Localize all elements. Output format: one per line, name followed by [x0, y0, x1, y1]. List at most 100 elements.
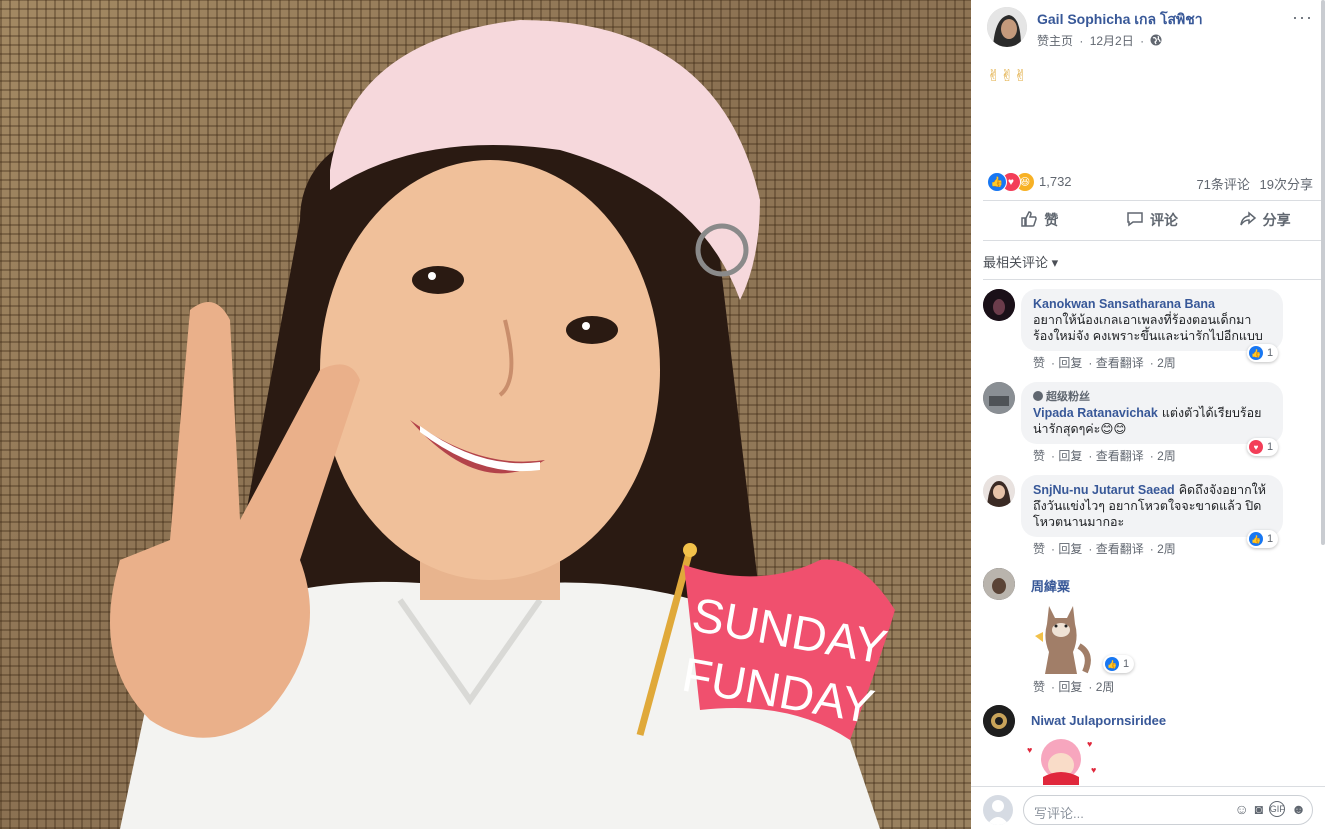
- comment-time[interactable]: 2周: [1157, 542, 1176, 556]
- gif-icon[interactable]: GIF: [1269, 801, 1286, 817]
- comment-time[interactable]: 2周: [1096, 680, 1115, 694]
- heart-girl-sticker[interactable]: ♥ ♥ ♥: [1021, 733, 1101, 785]
- like-button[interactable]: 赞: [983, 203, 1096, 237]
- post-text: ✌✌✌: [987, 68, 1028, 85]
- reaction-summary[interactable]: 👍 ♥ 😆 1,732 71条评论 19次分享: [987, 172, 1317, 192]
- comment-item: 超级粉丝 Vipada Ratanavichak แต่งตัวได้เรียบร…: [983, 382, 1313, 468]
- comments-count[interactable]: 71条评论: [1196, 177, 1249, 192]
- comment-reaction-badge[interactable]: 👍 1: [1247, 530, 1279, 548]
- commenter-name[interactable]: Kanokwan Sansatharana Bana: [1033, 297, 1215, 311]
- post-actions: 赞 评论 分享: [983, 203, 1321, 237]
- author-avatar[interactable]: [987, 7, 1027, 47]
- divider: [983, 200, 1321, 201]
- comment-reaction-count: 1: [1267, 441, 1274, 453]
- comment-translate-link[interactable]: 查看翻译: [1096, 449, 1144, 463]
- post-meta: 赞主页 · 12月2日 ·: [1037, 32, 1162, 49]
- current-user-avatar: [983, 795, 1013, 825]
- comment-composer: 写评论... ☺ ◙ GIF ☻: [971, 786, 1325, 829]
- scrollbar[interactable]: [1321, 0, 1325, 545]
- comment-item: 周緯粟 👍 1 赞 · 回复 · 2周: [983, 568, 1313, 698]
- like-page-link[interactable]: 赞主页: [1037, 34, 1073, 48]
- top-fan-badge: 超级粉丝: [1033, 389, 1271, 405]
- comment-reply-link[interactable]: 回复: [1058, 542, 1082, 556]
- comment-like-link[interactable]: 赞: [1033, 542, 1045, 556]
- commenter-name[interactable]: SnjNu-nu Jutarut Saead: [1033, 483, 1175, 497]
- composer-icons: ☺ ◙ GIF ☻: [1235, 801, 1306, 817]
- comment-links: 赞 · 回复 · 查看翻译 · 2周: [1033, 356, 1176, 370]
- commenter-avatar[interactable]: [983, 382, 1015, 414]
- like-reaction-icon: 👍: [1249, 532, 1263, 546]
- comment-bubble: Kanokwan Sansatharana Bana อยากให้น้องเก…: [1021, 289, 1283, 351]
- commenter-avatar[interactable]: [983, 705, 1015, 737]
- emoji-icon[interactable]: ☺: [1235, 801, 1249, 817]
- comment-links: 赞 · 回复 · 查看翻译 · 2周: [1033, 542, 1176, 556]
- commenter-name[interactable]: 周緯粟: [1031, 576, 1070, 595]
- comment-like-link[interactable]: 赞: [1033, 356, 1045, 370]
- more-options-button[interactable]: ···: [1292, 7, 1313, 28]
- comment-button[interactable]: 评论: [1096, 203, 1209, 237]
- comment-reply-link[interactable]: 回复: [1058, 680, 1082, 694]
- comment-reaction-badge[interactable]: ♥ 1: [1247, 438, 1279, 456]
- photo-illustration: SUNDAY FUNDAY: [110, 20, 895, 829]
- comment-bubble: SnjNu-nu Jutarut Saead คิดถึงจังอยากให้ถึ…: [1021, 475, 1283, 537]
- comment-input[interactable]: 写评论... ☺ ◙ GIF ☻: [1023, 795, 1313, 825]
- comment-reaction-badge[interactable]: 👍 1: [1103, 655, 1135, 673]
- like-reaction-icon: 👍: [1249, 346, 1263, 360]
- top-fan-icon: [1033, 391, 1043, 401]
- comment-placeholder: 写评论...: [1034, 806, 1084, 821]
- comment-time[interactable]: 2周: [1157, 356, 1176, 370]
- comment-reaction-count: 1: [1267, 347, 1274, 359]
- comment-item: SnjNu-nu Jutarut Saead คิดถึงจังอยากให้ถึ…: [983, 475, 1313, 561]
- top-fan-label: 超级粉丝: [1046, 391, 1090, 403]
- post-header: Gail Sophicha เกล โสพิชา 赞主页 · 12月2日 · ·…: [987, 7, 1317, 51]
- comment-like-link[interactable]: 赞: [1033, 680, 1045, 694]
- sticker-icon[interactable]: ☻: [1291, 801, 1306, 817]
- comment-translate-link[interactable]: 查看翻译: [1096, 356, 1144, 370]
- counts-right: 71条评论 19次分享: [1196, 174, 1313, 193]
- commenter-avatar[interactable]: [983, 289, 1015, 321]
- commenter-avatar[interactable]: [983, 568, 1015, 600]
- commenter-name[interactable]: Niwat Julapornsiridee: [1031, 713, 1166, 728]
- comment-reaction-badge[interactable]: 👍 1: [1247, 344, 1279, 362]
- like-reaction-icon: 👍: [987, 172, 1007, 192]
- meta-dot: ·: [1079, 34, 1084, 48]
- post-photo[interactable]: SUNDAY FUNDAY: [0, 0, 971, 829]
- comment-reaction-count: 1: [1267, 533, 1274, 545]
- thumbs-up-icon: [1020, 210, 1038, 231]
- post-side-panel: Gail Sophicha เกล โสพิชา 赞主页 · 12月2日 · ·…: [971, 0, 1325, 829]
- fox-sticker[interactable]: [1029, 596, 1093, 676]
- commenter-name[interactable]: Vipada Ratanavichak: [1033, 406, 1158, 420]
- comment-bubble-icon: [1126, 210, 1144, 231]
- reaction-count[interactable]: 1,732: [1039, 174, 1072, 189]
- camera-icon[interactable]: ◙: [1255, 801, 1263, 817]
- author-name[interactable]: Gail Sophicha เกล โสพิชา: [1037, 9, 1203, 31]
- svg-text:♥: ♥: [1027, 745, 1032, 755]
- comment-label: 评论: [1150, 212, 1178, 228]
- svg-text:♥: ♥: [1091, 765, 1096, 775]
- share-arrow-icon: [1239, 210, 1257, 231]
- divider: [983, 279, 1321, 280]
- share-button[interactable]: 分享: [1208, 203, 1321, 237]
- divider: [983, 240, 1321, 241]
- comment-bubble: 超级粉丝 Vipada Ratanavichak แต่งตัวได้เรียบร…: [1021, 382, 1283, 444]
- comment-like-link[interactable]: 赞: [1033, 449, 1045, 463]
- comment-sort-dropdown[interactable]: 最相关评论 ▾: [983, 252, 1058, 271]
- comment-time[interactable]: 2周: [1157, 449, 1176, 463]
- comment-translate-link[interactable]: 查看翻译: [1096, 542, 1144, 556]
- comment-links: 赞 · 回复 · 查看翻译 · 2周: [1033, 449, 1176, 463]
- comment-text: อยากให้น้องเกลเอาเพลงที่ร้องตอนเด็กมาร้อ…: [1033, 313, 1263, 343]
- shares-count[interactable]: 19次分享: [1260, 177, 1313, 192]
- globe-icon: [1150, 34, 1162, 48]
- share-label: 分享: [1262, 212, 1291, 228]
- comment-item: Niwat Julapornsiridee ♥ ♥ ♥: [983, 705, 1313, 785]
- comment-item: Kanokwan Sansatharana Bana อยากให้น้องเก…: [983, 289, 1313, 375]
- post-date[interactable]: 12月2日: [1090, 34, 1134, 48]
- comment-reply-link[interactable]: 回复: [1058, 356, 1082, 370]
- like-label: 赞: [1044, 212, 1059, 228]
- svg-text:♥: ♥: [1087, 739, 1092, 749]
- commenter-avatar[interactable]: [983, 475, 1015, 507]
- comment-links: 赞 · 回复 · 2周: [1033, 680, 1115, 694]
- like-reaction-icon: 👍: [1105, 657, 1119, 671]
- comment-reply-link[interactable]: 回复: [1058, 449, 1082, 463]
- meta-dot: ·: [1140, 34, 1145, 48]
